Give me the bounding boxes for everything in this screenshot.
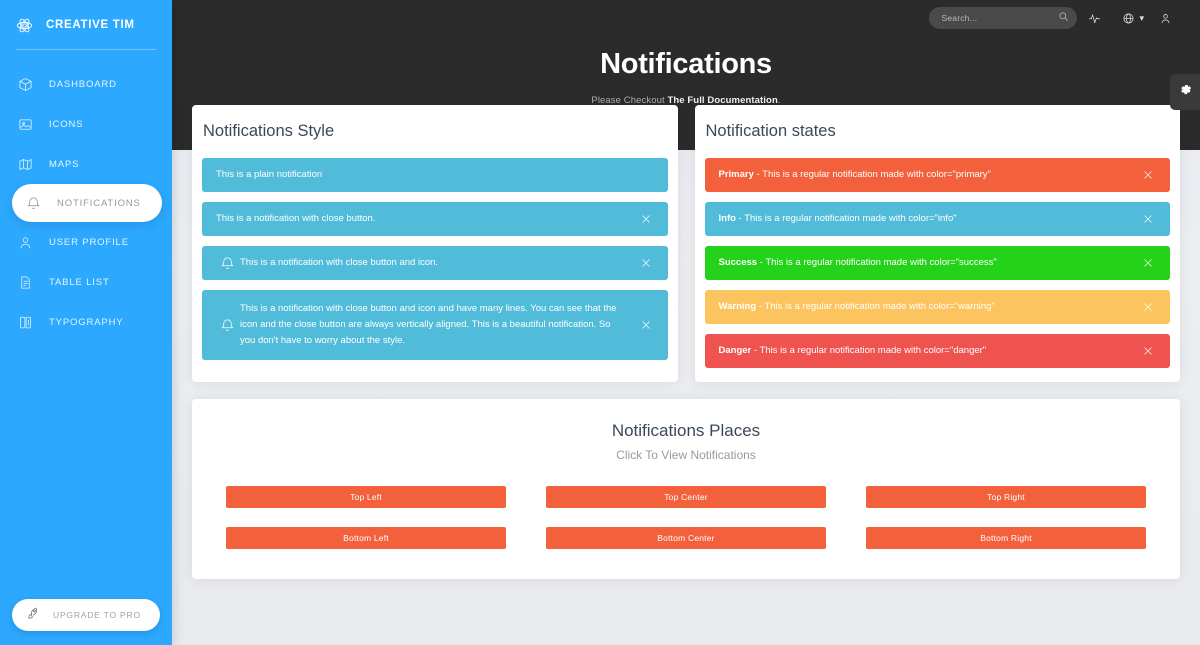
- card-title: Notifications Style: [203, 122, 335, 140]
- close-icon[interactable]: [1138, 345, 1158, 357]
- sidebar-item-label: TABLE LIST: [49, 276, 110, 288]
- sidebar-item-label: ICONS: [49, 118, 84, 130]
- sidebar: CREATIVE TIM DASHBOARD ICONS MAPS NOTIFI…: [0, 0, 172, 645]
- card-title: Notification states: [705, 122, 836, 140]
- notification-states-card: Notification states Primary - This is a …: [694, 105, 1180, 382]
- user-icon[interactable]: [1148, 3, 1182, 33]
- alert-text: Success - This is a regular notification…: [719, 256, 1139, 271]
- alert-state-warning: Warning - This is a regular notification…: [704, 290, 1170, 324]
- person-icon: [14, 231, 36, 253]
- gear-icon: [1178, 82, 1193, 102]
- brand-name: CREATIVE TIM: [46, 19, 135, 31]
- cube-icon: [14, 73, 36, 95]
- sidebar-divider: [16, 49, 156, 50]
- place-button-top-left[interactable]: Top Left: [226, 486, 506, 508]
- sidebar-item-typography[interactable]: TYPOGRAPHY: [0, 302, 172, 342]
- alert-text: Danger - This is a regular notification …: [719, 344, 1139, 359]
- alert-state-info: Info - This is a regular notification ma…: [704, 202, 1170, 236]
- place-button-bottom-left[interactable]: Bottom Left: [226, 527, 506, 549]
- alert-state-primary: Primary - This is a regular notification…: [704, 158, 1170, 192]
- alert-body: - This is a regular notification made wi…: [756, 300, 995, 312]
- close-icon[interactable]: [636, 213, 656, 225]
- sidebar-item-label: DASHBOARD: [49, 78, 117, 90]
- alert-body: - This is a regular notification made wi…: [757, 256, 997, 268]
- cards-row: Notifications Style This is a plain noti…: [192, 105, 1180, 382]
- alert-text: Warning - This is a regular notification…: [719, 300, 1139, 315]
- upgrade-label: UPGRADE TO PRO: [53, 610, 141, 620]
- sidebar-item-notifications[interactable]: NOTIFICATIONS: [12, 184, 162, 222]
- book-icon: [14, 311, 36, 333]
- sidebar-item-icons[interactable]: ICONS: [0, 104, 172, 144]
- alert-with-close: This is a notification with close button…: [202, 202, 668, 236]
- alert-multiline: This is a notification with close button…: [202, 290, 668, 361]
- search-placeholder: Search...: [941, 13, 978, 23]
- pulse-icon[interactable]: [1077, 3, 1111, 33]
- alert-label: Danger: [718, 344, 752, 356]
- atom-icon: [14, 15, 34, 35]
- alert-text: This is a notification with close button…: [240, 303, 617, 347]
- alert-state-success: Success - This is a regular notification…: [704, 246, 1170, 280]
- app-root: CREATIVE TIM DASHBOARD ICONS MAPS NOTIFI…: [0, 0, 1200, 645]
- close-icon[interactable]: [1138, 169, 1158, 181]
- alert-label: Primary: [718, 168, 754, 180]
- search-icon[interactable]: [1058, 9, 1069, 27]
- sidebar-item-user-profile[interactable]: USER PROFILE: [0, 222, 172, 262]
- settings-toggle-button[interactable]: [1170, 74, 1200, 110]
- upgrade-to-pro-button[interactable]: UPGRADE TO PRO: [12, 599, 160, 631]
- notifications-style-card: Notifications Style This is a plain noti…: [192, 105, 678, 382]
- sidebar-item-dashboard[interactable]: DASHBOARD: [0, 64, 172, 104]
- alert-with-close-and-icon: This is a notification with close button…: [202, 246, 668, 280]
- close-icon[interactable]: [636, 319, 656, 331]
- sidebar-item-label: NOTIFICATIONS: [57, 197, 141, 209]
- alert-label: Info: [718, 212, 736, 224]
- place-button-bottom-center[interactable]: Bottom Center: [546, 527, 826, 549]
- sidebar-item-label: MAPS: [49, 158, 80, 170]
- close-icon[interactable]: [1138, 301, 1158, 313]
- page-title: Notifications: [600, 48, 772, 80]
- chevron-down-icon[interactable]: ▾: [1139, 13, 1144, 24]
- alert-text: Primary - This is a regular notification…: [719, 168, 1139, 183]
- topbar: Search... ▾: [172, 0, 1200, 36]
- map-icon: [14, 153, 36, 175]
- document-icon: [14, 271, 36, 293]
- alert-plain: This is a plain notification: [202, 158, 668, 192]
- close-icon[interactable]: [1138, 257, 1158, 269]
- alert-body: - This is a regular notification made wi…: [751, 344, 987, 356]
- notifications-places-card: Notifications Places Click To View Notif…: [192, 399, 1180, 579]
- places-subtitle: Click To View Notifications: [616, 448, 756, 462]
- rocket-icon: [26, 606, 40, 625]
- places-button-grid: Top Left Top Center Top Right Bottom Lef…: [222, 486, 1150, 549]
- brand[interactable]: CREATIVE TIM: [0, 7, 172, 43]
- sidebar-item-maps[interactable]: MAPS: [0, 144, 172, 184]
- alert-body: - This is a regular notification made wi…: [753, 168, 991, 180]
- alert-label: Success: [718, 256, 758, 268]
- image-icon: [14, 113, 36, 135]
- alert-text: This is a notification with close button…: [240, 256, 439, 268]
- sidebar-item-table-list[interactable]: TABLE LIST: [0, 262, 172, 302]
- bell-icon: [22, 192, 44, 214]
- close-icon[interactable]: [636, 257, 656, 269]
- sidebar-item-label: TYPOGRAPHY: [49, 316, 124, 328]
- places-title: Notifications Places: [611, 421, 761, 440]
- close-icon[interactable]: [1138, 213, 1158, 225]
- alert-text: This is a notification with close button…: [216, 212, 376, 224]
- main-area: Search... ▾ Notifications Please Checkou…: [172, 0, 1200, 645]
- place-button-bottom-right[interactable]: Bottom Right: [866, 527, 1146, 549]
- alert-text: This is a plain notification: [216, 168, 323, 180]
- alert-text: Info - This is a regular notification ma…: [719, 212, 1139, 227]
- bell-icon: [214, 256, 240, 271]
- alert-state-danger: Danger - This is a regular notification …: [704, 334, 1170, 368]
- alert-body: - This is a regular notification made wi…: [735, 212, 957, 224]
- search-input[interactable]: Search...: [929, 7, 1078, 29]
- content-area: Notifications Style This is a plain noti…: [172, 105, 1200, 579]
- sidebar-nav: DASHBOARD ICONS MAPS NOTIFICATIONS USER …: [0, 64, 172, 342]
- place-button-top-right[interactable]: Top Right: [866, 486, 1146, 508]
- bell-icon: [214, 318, 240, 333]
- alert-label: Warning: [718, 300, 757, 312]
- sidebar-item-label: USER PROFILE: [49, 236, 129, 248]
- place-button-top-center[interactable]: Top Center: [546, 486, 826, 508]
